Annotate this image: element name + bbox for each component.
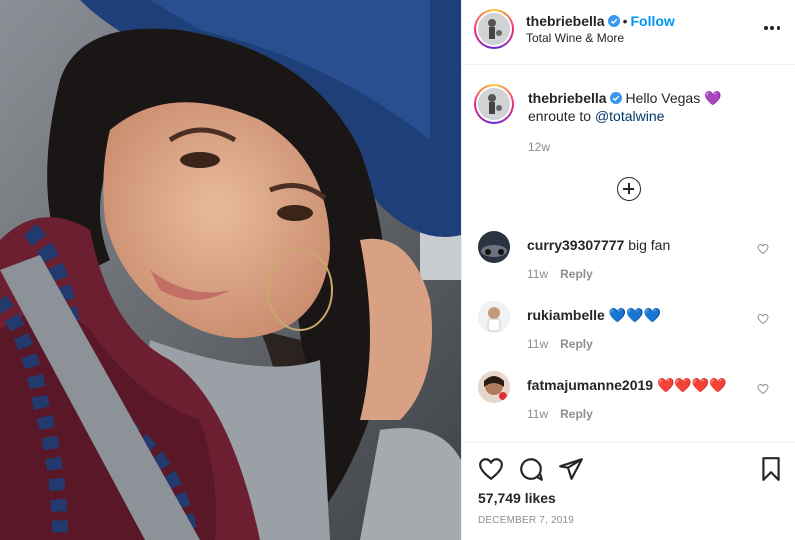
more-options-icon[interactable] [764,26,780,30]
author-avatar[interactable] [474,9,514,49]
comment-like-heart-icon[interactable] [757,243,769,255]
comment-username[interactable]: curry39307777 [527,237,624,253]
caption-text: thebriebella Hello Vegas 💜 enroute to @t… [528,89,778,125]
comment-like-heart-icon[interactable] [757,313,769,325]
comment-text-line: rukiambelle 💙💙💙 [527,307,661,324]
verified-badge-icon [607,15,620,27]
reply-button[interactable]: Reply [560,407,593,421]
reply-button[interactable]: Reply [560,267,593,281]
comment-time[interactable]: 11w [527,267,548,281]
comment-body: ❤️❤️❤️❤️ [656,377,727,393]
comment-body: big fan [628,237,671,253]
avatar-photo [478,231,510,263]
post-actions: 57,749 likes December 7, 2019 [462,442,795,540]
load-more-comments-icon[interactable] [617,177,641,201]
caption-username[interactable]: thebriebella [528,90,607,106]
comment-meta: 11w Reply [527,407,593,421]
author-username[interactable]: thebriebella [526,13,605,29]
commenter-avatar[interactable] [478,371,510,403]
likes-count[interactable]: 57,749 likes [478,490,556,506]
caption-author-avatar[interactable] [474,84,514,124]
comment-username[interactable]: rukiambelle [527,307,605,323]
comment-time[interactable]: 11w [527,407,548,421]
separator-dot: • [622,13,628,29]
reply-button[interactable]: Reply [560,337,593,351]
comment-text-line: curry39307777 big fan [527,237,670,253]
save-bookmark-icon[interactable] [758,456,784,482]
caption-mention[interactable]: @totalwine [595,108,664,124]
comment-item: fatmajumanne2019 ❤️❤️❤️❤️ 11w Reply [462,371,795,431]
selfie-image [0,0,461,540]
like-heart-icon[interactable] [478,456,504,482]
comment-meta: 11w Reply [527,267,593,281]
post-header: thebriebella • Follow Total Wine & More [462,0,795,65]
avatar-photo [478,13,510,45]
commenter-avatar[interactable] [478,231,510,263]
comment-item: rukiambelle 💙💙💙 11w Reply [462,301,795,361]
post-date[interactable]: December 7, 2019 [478,515,574,526]
caption-timestamp[interactable]: 12w [528,140,550,154]
post-panel: thebriebella • Follow Total Wine & More th… [461,0,795,540]
comment-bubble-icon[interactable] [518,456,544,482]
comment-body: 💙💙💙 [608,307,662,323]
verified-badge-icon [609,92,622,104]
header-title-line: thebriebella • Follow [526,13,675,29]
comment-item: curry39307777 big fan 11w Reply [462,231,795,291]
location-link[interactable]: Total Wine & More [526,31,624,45]
share-paper-plane-icon[interactable] [558,456,584,482]
comment-username[interactable]: fatmajumanne2019 [527,377,653,393]
follow-button[interactable]: Follow [631,13,675,29]
avatar-photo [478,88,510,120]
commenter-avatar[interactable] [478,301,510,333]
avatar-photo [478,371,510,403]
comment-like-heart-icon[interactable] [757,383,769,395]
comment-meta: 11w Reply [527,337,593,351]
comment-time[interactable]: 11w [527,337,548,351]
caption-body-line2: enroute to [528,108,595,124]
post-photo[interactable] [0,0,461,540]
comment-text-line: fatmajumanne2019 ❤️❤️❤️❤️ [527,377,727,394]
avatar-photo [478,301,510,333]
caption-body: Hello Vegas 💜 [625,90,722,106]
